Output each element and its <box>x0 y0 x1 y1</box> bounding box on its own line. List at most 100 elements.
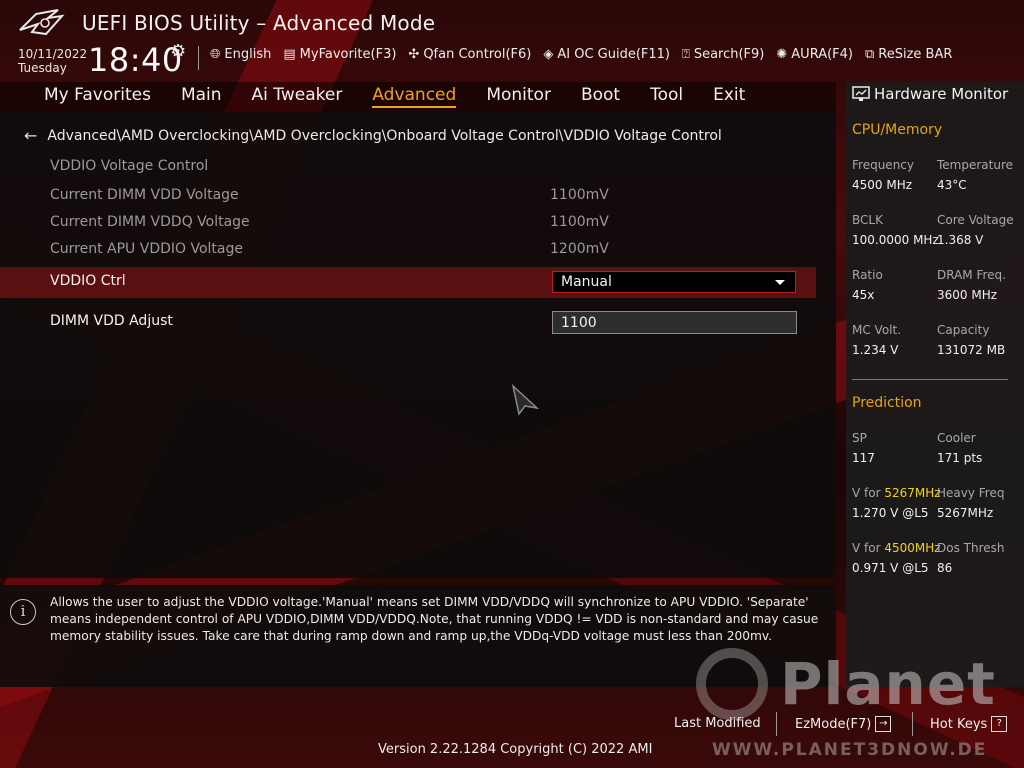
heavy-freq-value: 5267MHz <box>937 506 994 520</box>
tab-advanced[interactable]: Advanced <box>372 85 457 108</box>
fan-icon: ✣ <box>408 47 420 62</box>
dimm-vdd-adjust-input[interactable]: 1100 <box>552 311 797 334</box>
version-text: Version 2.22.1284 Copyright (C) 2022 AMI <box>378 742 653 757</box>
tab-boot[interactable]: Boot <box>581 85 620 108</box>
monitor-icon <box>852 86 870 101</box>
language-button[interactable]: 🌐︎ English <box>210 47 271 62</box>
qfan-label: Qfan Control(F6) <box>423 47 532 62</box>
tab-tool[interactable]: Tool <box>650 85 683 108</box>
cooler-label: Cooler <box>937 431 976 445</box>
back-arrow-icon[interactable]: ← <box>24 126 37 145</box>
gear-icon[interactable]: ⚙ <box>170 41 186 62</box>
cpu-memory-section: CPU/Memory <box>852 122 943 138</box>
breadcrumb: ← Advanced\AMD Overclocking\AMD Overcloc… <box>24 126 722 145</box>
vddio-ctrl-value: Manual <box>561 274 612 290</box>
capacity-value: 131072 MB <box>937 343 1006 357</box>
resize-icon: ⧉ <box>864 47 875 62</box>
dimm-vdd-adjust-label: DIMM VDD Adjust <box>50 313 173 329</box>
exit-arrow-icon: → <box>875 716 892 732</box>
ezmode-label: EzMode(F7) <box>795 716 872 732</box>
search-button[interactable]: ⍰ Search(F9) <box>682 47 764 62</box>
prediction-section: Prediction <box>852 395 922 411</box>
apu-vddio-voltage-value: 1200mV <box>550 241 609 257</box>
help-text: Allows the user to adjust the VDDIO volt… <box>50 595 819 643</box>
resize-bar-button[interactable]: ⧉ ReSize BAR <box>865 47 952 62</box>
bclk-value: 100.0000 MHz <box>852 233 939 247</box>
ratio-label: Ratio <box>852 268 883 282</box>
dimm-vddq-voltage-label: Current DIMM VDDQ Voltage <box>50 214 250 230</box>
tab-my-favorites[interactable]: My Favorites <box>44 85 151 108</box>
hot-keys-label: Hot Keys <box>930 716 988 732</box>
dos-thresh-value: 86 <box>937 561 953 575</box>
dimm-vdd-voltage-value: 1100mV <box>550 187 609 203</box>
date-text: 10/11/2022 <box>18 47 88 61</box>
last-modified-label: Last Modified <box>674 716 761 731</box>
sp-label: SP <box>852 431 867 445</box>
app-title: UEFI BIOS Utility – Advanced Mode <box>82 11 436 35</box>
vddio-ctrl-label: VDDIO Ctrl <box>50 273 126 289</box>
language-label: English <box>224 47 272 62</box>
v-for-1-prefix: V for <box>852 486 885 500</box>
info-icon: i <box>10 599 36 625</box>
vddio-ctrl-dropdown[interactable]: Manual <box>552 271 796 293</box>
cooler-value: 171 pts <box>937 451 983 465</box>
ezmode-button[interactable]: EzMode(F7) → <box>795 716 892 732</box>
last-modified-button[interactable]: Last Modified <box>674 716 761 731</box>
mc-volt-value: 1.234 V <box>852 343 899 357</box>
hot-keys-button[interactable]: Hot Keys ? <box>930 716 1008 732</box>
tab-main[interactable]: Main <box>181 85 222 108</box>
dram-freq-value: 3600 MHz <box>937 288 998 302</box>
tab-monitor[interactable]: Monitor <box>486 85 551 108</box>
temperature-value: 43°C <box>937 178 967 192</box>
core-voltage-label: Core Voltage <box>937 213 1014 227</box>
apu-vddio-voltage-label: Current APU VDDIO Voltage <box>50 241 243 257</box>
hw-divider <box>852 379 1008 380</box>
watermark-logo-icon <box>696 648 768 720</box>
time-display: 18:40 <box>88 41 183 79</box>
ratio-value: 45x <box>852 288 875 302</box>
help-key-icon: ? <box>991 716 1008 732</box>
qfan-button[interactable]: ✣ Qfan Control(F6) <box>408 47 531 62</box>
dimm-vdd-voltage-label: Current DIMM VDD Voltage <box>50 187 239 203</box>
weekday-text: Tuesday <box>18 61 67 75</box>
tab-ai-tweaker[interactable]: Ai Tweaker <box>252 85 343 108</box>
heavy-freq-label: Heavy Freq <box>937 486 1005 500</box>
dos-thresh-label: Dos Thresh <box>937 541 1005 555</box>
ai-oc-guide-button[interactable]: ◈ AI OC Guide(F11) <box>543 47 670 62</box>
capacity-label: Capacity <box>937 323 990 337</box>
v-for-1-value: 1.270 V @L5 <box>852 506 929 520</box>
sp-value: 117 <box>852 451 875 465</box>
frequency-label: Frequency <box>852 158 914 172</box>
settings-panel <box>0 112 836 578</box>
rog-logo-icon <box>19 9 65 36</box>
footer-divider <box>912 712 913 736</box>
aura-button[interactable]: ✺ AURA(F4) <box>776 47 853 62</box>
toolbar: 🌐︎ English ▤ MyFavorite(F3) ✣ Qfan Contr… <box>210 47 952 62</box>
v-for-2-prefix: V for <box>852 541 885 555</box>
chip-icon: ◈ <box>543 47 554 62</box>
v-for-2-value: 0.971 V @L5 <box>852 561 929 575</box>
watermark-url: WWW.PLANET3DNOW.DE <box>712 740 988 760</box>
frequency-value: 4500 MHz <box>852 178 913 192</box>
breadcrumb-path: Advanced\AMD Overclocking\AMD Overclocki… <box>47 127 722 144</box>
core-voltage-value: 1.368 V <box>937 233 984 247</box>
ai-oc-guide-label: AI OC Guide(F11) <box>557 47 670 62</box>
v-for-2-freq: 4500MHz <box>884 541 941 555</box>
chevron-down-icon <box>775 280 785 285</box>
hardware-monitor-title: Hardware Monitor <box>852 85 1008 103</box>
mouse-cursor-icon <box>511 384 539 416</box>
v-for-1-freq: 5267MHz <box>884 486 941 500</box>
dimm-vddq-voltage-value: 1100mV <box>550 214 609 230</box>
myfavorite-button[interactable]: ▤ MyFavorite(F3) <box>283 47 396 62</box>
tab-exit[interactable]: Exit <box>713 85 745 108</box>
watermark-brand: Planet <box>780 650 996 718</box>
resize-bar-label: ReSize BAR <box>878 47 953 62</box>
aura-label: AURA(F4) <box>791 47 853 62</box>
globe-icon: 🌐︎ <box>210 47 221 62</box>
favorite-icon: ▤ <box>283 47 296 62</box>
bclk-label: BCLK <box>852 213 883 227</box>
footer-divider <box>776 712 777 736</box>
date-display: 10/11/2022 Tuesday <box>18 47 87 75</box>
section-title: VDDIO Voltage Control <box>50 158 209 174</box>
search-icon: ⍰ <box>682 47 690 62</box>
